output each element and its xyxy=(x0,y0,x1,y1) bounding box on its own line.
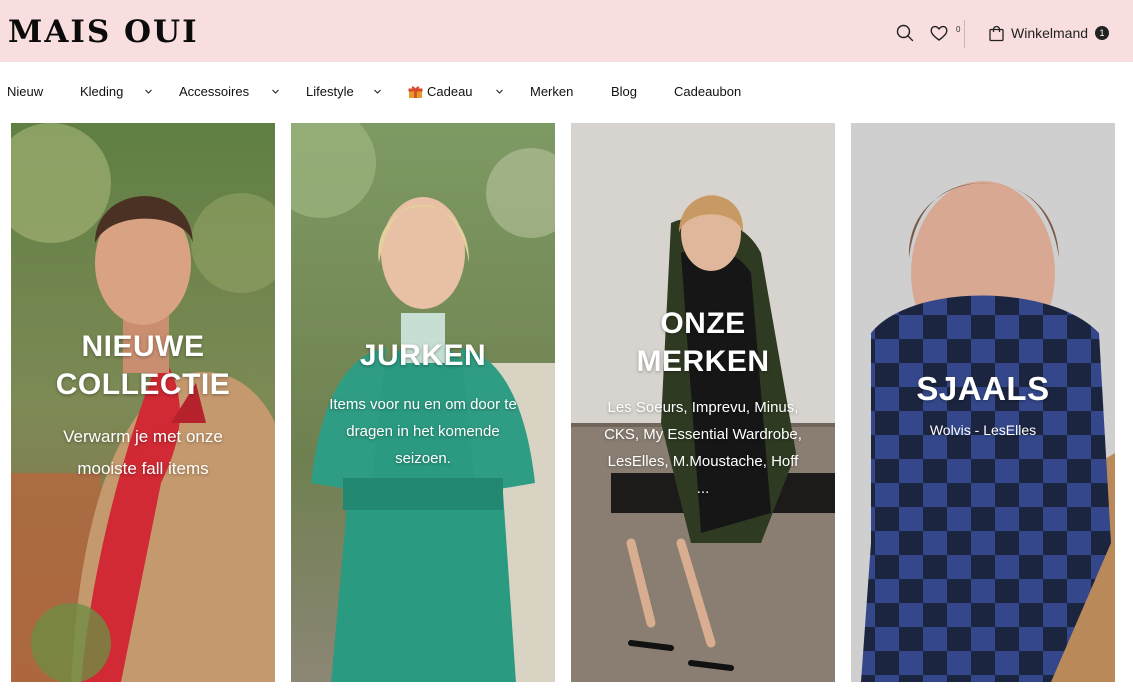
tile-subtitle: seizoen. xyxy=(395,450,451,467)
tile-subtitle: Items voor nu en om door te xyxy=(329,396,517,413)
nav-item-cadeau-label: Cadeau xyxy=(427,84,473,99)
chevron-down-icon[interactable] xyxy=(373,87,382,96)
category-tile-sjaals[interactable]: SJAALS Wolvis - LesElles xyxy=(851,123,1115,682)
tile-subtitle: Wolvis - LesElles xyxy=(929,422,1037,438)
nav-item-kleding[interactable]: Kleding xyxy=(80,84,123,99)
tile-subtitle: ... xyxy=(696,480,710,497)
nav-item-blog[interactable]: Blog xyxy=(611,84,637,99)
category-tile-nieuwe-collectie[interactable]: NIEUWE COLLECTIE Verwarm je met onze moo… xyxy=(11,123,275,682)
chevron-down-icon[interactable] xyxy=(144,87,153,96)
tile-title: NIEUWE xyxy=(81,330,205,363)
gift-icon xyxy=(408,85,423,98)
tile-title: SJAALS xyxy=(916,370,1050,407)
cart-button[interactable]: Winkelmand 1 xyxy=(988,20,1110,46)
search-icon[interactable] xyxy=(894,22,916,44)
category-tile-jurken[interactable]: JURKEN Items voor nu en om door te drage… xyxy=(291,123,555,682)
tile-subtitle: CKS, My Essential Wardrobe, xyxy=(604,426,802,443)
brand-logo[interactable]: MAIS OUI xyxy=(8,14,199,50)
chevron-down-icon[interactable] xyxy=(271,87,280,96)
tile-subtitle: Verwarm je met onze xyxy=(63,427,223,446)
tile-title: MERKEN xyxy=(636,345,770,378)
tile-title: COLLECTIE xyxy=(55,368,231,401)
cart-count-badge: 1 xyxy=(1095,26,1110,40)
nav-item-nieuw[interactable]: Nieuw xyxy=(7,84,43,99)
wishlist-count: 0 xyxy=(956,25,961,34)
tile-title: ONZE xyxy=(660,307,746,340)
cart-label: Winkelmand xyxy=(1011,25,1089,41)
main-nav: Nieuw Kleding Accessoires Lifestyle Cade… xyxy=(0,62,1133,120)
nav-item-lifestyle[interactable]: Lifestyle xyxy=(306,84,354,99)
nav-item-merken[interactable]: Merken xyxy=(530,84,573,99)
tile-subtitle: Les Soeurs, Imprevu, Minus, xyxy=(607,399,799,416)
header-divider xyxy=(964,20,965,48)
site-header: MAIS OUI 0 Winkelmand 1 xyxy=(0,0,1133,62)
tile-subtitle: dragen in het komende xyxy=(346,423,500,440)
category-tile-onze-merken[interactable]: ONZE MERKEN Les Soeurs, Imprevu, Minus, … xyxy=(571,123,835,682)
chevron-down-icon[interactable] xyxy=(495,87,504,96)
tile-subtitle: LesElles, M.Moustache, Hoff xyxy=(607,453,799,470)
tile-subtitle: mooiste fall items xyxy=(77,459,209,478)
nav-item-accessoires[interactable]: Accessoires xyxy=(179,84,249,99)
heart-icon[interactable] xyxy=(928,22,950,44)
nav-item-cadeau[interactable]: Cadeau xyxy=(408,84,473,99)
nav-item-cadeaubon[interactable]: Cadeaubon xyxy=(674,84,741,99)
shopping-bag-icon xyxy=(989,25,1004,41)
tile-title: JURKEN xyxy=(359,339,487,372)
